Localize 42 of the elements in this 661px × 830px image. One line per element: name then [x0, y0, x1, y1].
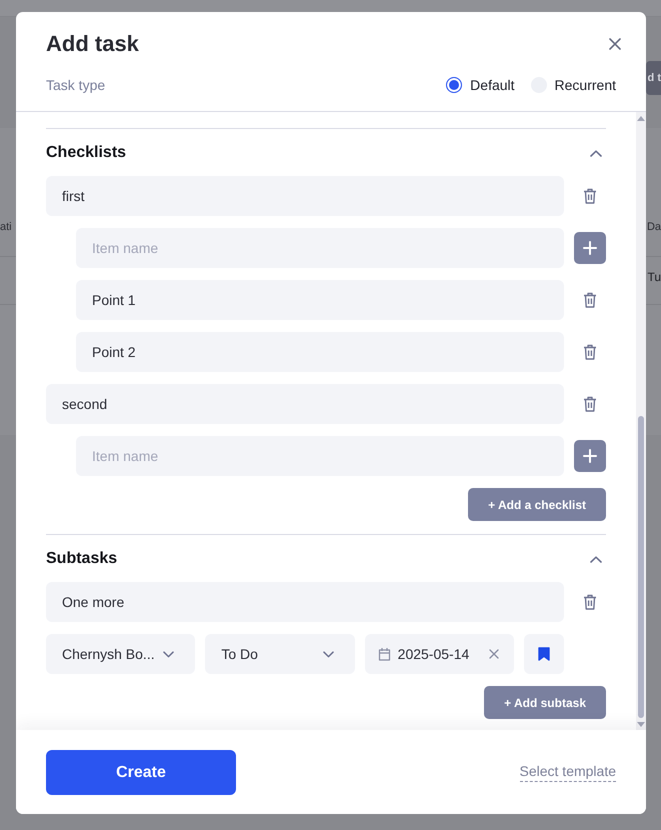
option-label[interactable]: Default	[470, 77, 515, 93]
option-label[interactable]: Recurrent	[554, 77, 616, 93]
chevron-down-icon	[322, 650, 334, 658]
chevron-down-icon	[163, 650, 174, 658]
table-cell: Tu	[647, 270, 661, 284]
plus-icon	[583, 449, 597, 463]
checklist-name-field[interactable]: second	[46, 384, 564, 424]
field-label: Task type	[46, 77, 106, 93]
date-field[interactable]: 2025-05-14	[364, 634, 514, 674]
select-template-link[interactable]: Select template	[520, 763, 616, 782]
trash-icon[interactable]	[583, 188, 597, 204]
scrollbar-thumb[interactable]	[638, 416, 644, 718]
chevron-icon[interactable]	[590, 556, 602, 562]
clear-icon[interactable]	[488, 649, 499, 659]
calendar-icon	[378, 647, 391, 661]
create-button[interactable]: Create	[46, 750, 236, 795]
column-header: Da	[646, 220, 661, 232]
trash-icon[interactable]	[583, 396, 597, 412]
trash-icon[interactable]	[583, 594, 597, 610]
bookmark-button[interactable]	[524, 634, 564, 674]
toolbar-button[interactable]: d t	[646, 61, 661, 95]
trash-icon[interactable]	[583, 344, 597, 360]
add-checklist-button[interactable]: + Add a checklist	[468, 488, 606, 521]
add-subtask-button[interactable]: + Add subtask	[484, 686, 606, 719]
subtask-name-field[interactable]: One more	[46, 582, 564, 622]
close-icon[interactable]	[609, 38, 621, 50]
chevron-icon[interactable]	[590, 150, 602, 156]
checklist-name-field[interactable]: first	[46, 176, 564, 216]
checklist-item-field[interactable]: Point 2	[76, 332, 564, 372]
checklist-item-field[interactable]: Point 1	[76, 280, 564, 320]
section-title: Checklists	[46, 144, 126, 162]
plus-icon	[583, 241, 597, 255]
dialog-title: Add task	[46, 30, 139, 58]
scrollbar[interactable]	[636, 112, 646, 730]
assignee-dropdown[interactable]: Chernysh Bo...	[46, 634, 196, 674]
add-item-button[interactable]	[574, 440, 606, 472]
section-title: Subtasks	[46, 550, 118, 568]
trash-icon[interactable]	[583, 292, 597, 308]
column-header: ati	[0, 220, 12, 232]
radio-button[interactable]	[446, 77, 462, 93]
add-item-button[interactable]	[574, 232, 606, 264]
status-dropdown[interactable]: To Do	[205, 634, 355, 674]
